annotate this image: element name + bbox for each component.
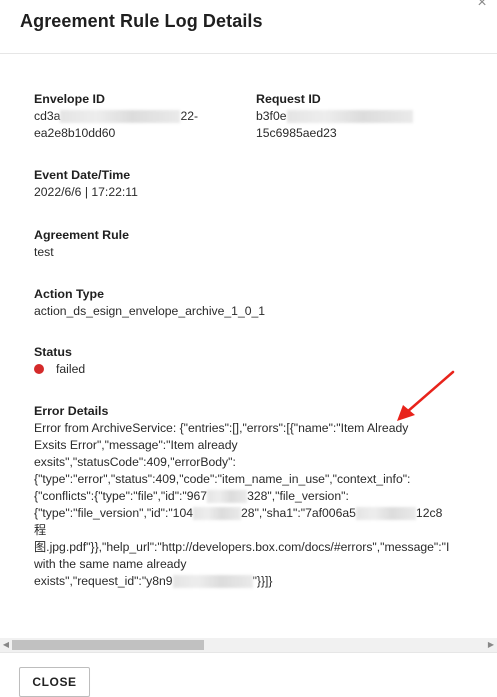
status-label: Status (34, 345, 72, 359)
redacted-segment (193, 507, 242, 521)
scroll-left-arrow-icon[interactable]: ◀ (0, 638, 12, 652)
error-line: with the same name already (34, 557, 187, 571)
envelope-id-field: Envelope ID cd3a 22- ea2e8b10dd60 (34, 91, 198, 142)
status-field: Status failed (34, 344, 85, 378)
redacted-segment (60, 110, 181, 124)
dialog-footer: CLOSE (0, 652, 497, 697)
error-line-part: {"type":"file_version","id":"104 (34, 506, 194, 520)
action-type-label: Action Type (34, 287, 104, 301)
scrollbar-thumb[interactable] (12, 640, 204, 650)
status-failed-dot-icon (34, 363, 44, 374)
envelope-id-suffix: 22- (180, 109, 199, 123)
error-line-part: "}}]} (252, 574, 273, 588)
close-button[interactable]: CLOSE (19, 667, 90, 697)
envelope-id-label: Envelope ID (34, 92, 105, 106)
event-datetime-field: Event Date/Time 2022/6/6 | 17:22:11 (34, 167, 138, 201)
error-line: 程 (34, 523, 47, 537)
request-id-value: b3f0e 15c6985aed23 (256, 108, 413, 142)
dialog-body[interactable]: Envelope ID cd3a 22- ea2e8b10dd60 Request… (0, 55, 497, 651)
action-type-field: Action Type action_ds_esign_envelope_arc… (34, 286, 265, 320)
redacted-segment (172, 575, 253, 589)
error-line: exists","request_id":"y8n9 "}}]} (34, 573, 449, 590)
agreement-rule-label: Agreement Rule (34, 228, 130, 242)
error-line-part: 328","file_version": (247, 489, 349, 503)
envelope-id-line2: ea2e8b10dd60 (34, 126, 116, 140)
error-line: 图.jpg.pdf"}},"help_url":"http://develope… (34, 540, 450, 554)
redacted-segment (286, 110, 413, 124)
scroll-right-arrow-icon[interactable]: ▶ (485, 638, 497, 652)
error-line-part: 12c8 (415, 506, 443, 520)
error-line: {"conflicts":{"type":"file","id":"967 328… (34, 488, 449, 505)
envelope-id-prefix: cd3a (34, 109, 61, 123)
error-line: {"type":"file_version","id":"104 28","sha… (34, 505, 449, 522)
request-id-label: Request ID (256, 92, 321, 106)
agreement-rule-value: test (34, 245, 54, 259)
redacted-segment (207, 490, 248, 504)
status-value: failed (34, 361, 85, 378)
error-details-field: Error Details Error from ArchiveService:… (34, 403, 449, 590)
dialog-title: Agreement Rule Log Details (20, 11, 263, 31)
redacted-segment (355, 507, 416, 521)
action-type-value: action_ds_esign_envelope_archive_1_0_1 (34, 304, 266, 318)
agreement-rule-field: Agreement Rule test (34, 227, 129, 261)
error-details-value: Error from ArchiveService: {"entries":[]… (34, 420, 449, 590)
event-datetime-label: Event Date/Time (34, 168, 131, 182)
request-id-prefix: b3f0e (256, 109, 287, 123)
request-id-field: Request ID b3f0e 15c6985aed23 (256, 91, 413, 142)
error-line: exsits","statusCode":409,"errorBody": (34, 455, 236, 469)
error-line: Error from ArchiveService: {"entries":[]… (34, 421, 409, 435)
envelope-id-value: cd3a 22- ea2e8b10dd60 (34, 108, 198, 142)
error-line-part: 28","sha1":"7af006a5 (241, 506, 356, 520)
status-text: failed (56, 362, 86, 376)
event-datetime-value: 2022/6/6 | 17:22:11 (34, 185, 138, 199)
close-icon[interactable]: × (474, 0, 490, 11)
error-line-part: {"conflicts":{"type":"file","id":"967 (34, 489, 208, 503)
error-line: Exsits Error","message":"Item already (34, 438, 238, 452)
error-line: {"type":"error","status":409,"code":"ite… (34, 472, 411, 486)
error-line-part: exists","request_id":"y8n9 (34, 574, 173, 588)
request-id-line2: 15c6985aed23 (256, 126, 337, 140)
agreement-rule-log-dialog: Agreement Rule Log Details × Envelope ID… (0, 0, 497, 697)
dialog-header: Agreement Rule Log Details × (0, 0, 497, 54)
error-details-label: Error Details (34, 404, 109, 418)
horizontal-scrollbar[interactable]: ◀ ▶ (0, 638, 497, 652)
